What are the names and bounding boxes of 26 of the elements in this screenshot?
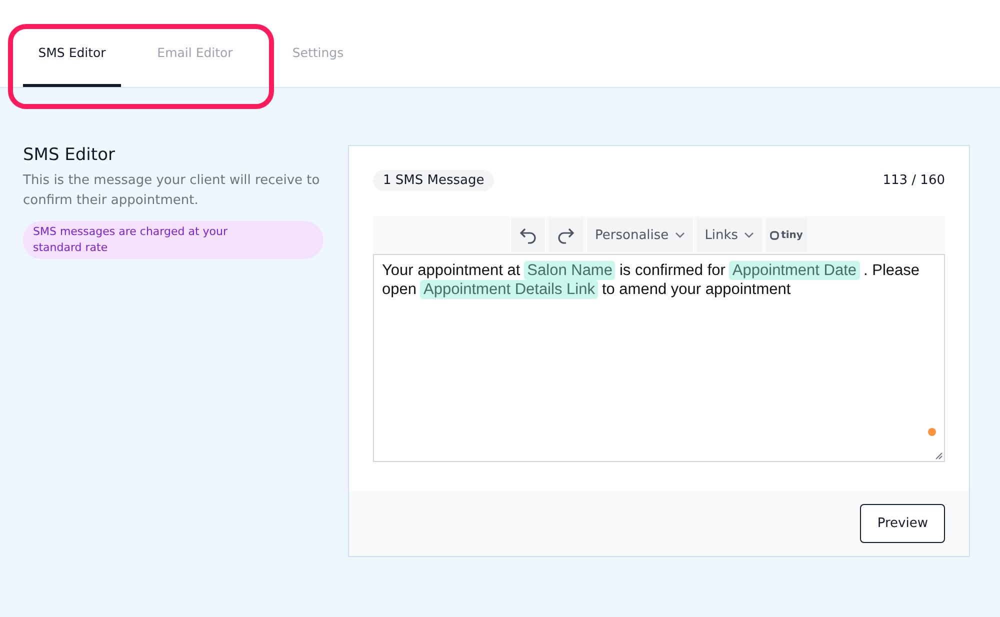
resize-handle-icon[interactable] [935,452,943,460]
tab[interactable]: SMS Editor [23,21,121,87]
merge-tag: Appointment Date [729,261,860,280]
logo-icon [770,230,780,240]
message-text: open [382,280,416,299]
dropdown-button[interactable]: Personalise [587,218,693,252]
message-text: to amend your appointment [602,280,791,299]
status-dot [928,428,936,436]
chevron-down-icon [674,232,685,238]
chevron-down-icon [744,232,754,238]
merge-tag: Appointment Details Link [420,280,598,299]
merge-tag: Salon Name [524,261,616,280]
message-text: Your appointment at [382,261,520,280]
message-text: is confirmed for [619,261,726,280]
notice-badge: SMS messages are charged at your standard rate [23,221,323,259]
section-title: SMS Editor [23,145,116,165]
message-count-badge: 1 SMS Message [373,170,494,191]
character-count: 113 / 160 [882,173,945,188]
undo-button[interactable] [511,218,546,252]
tiny-logo-button[interactable]: tiny [766,218,807,252]
redo-button[interactable] [549,218,584,252]
message-editor[interactable]: Your appointment at Salon Name is confirmed for Appointment Date . Please open Appointment Details Link to amend your appointment [373,254,945,462]
preview-button[interactable]: Preview [860,504,945,543]
dropdown-button[interactable]: Links [696,218,762,252]
section-description: This is the message your client will receive to confirm their appointment. [23,172,321,210]
message-text: . Please [864,261,920,280]
